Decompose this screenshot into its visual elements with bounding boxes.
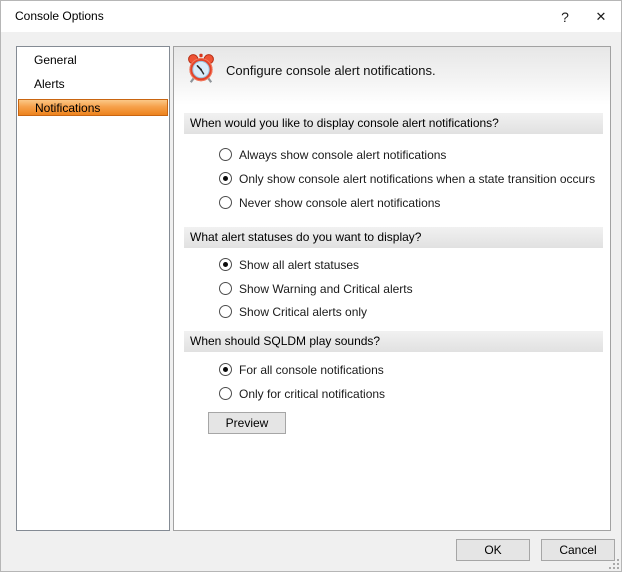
window-title: Console Options (15, 9, 104, 23)
sidebar-item-label: Notifications (35, 101, 100, 115)
radio-button[interactable] (219, 282, 232, 295)
help-icon: ? (561, 9, 569, 25)
sidebar-item-label: Alerts (34, 77, 65, 91)
radio-label[interactable]: Show all alert statuses (239, 258, 359, 272)
alarm-clock-icon (186, 53, 216, 84)
radio-option-sound-critical-only[interactable]: Only for critical notifications (219, 386, 385, 401)
radio-button[interactable] (219, 172, 232, 185)
help-button[interactable]: ? (545, 1, 585, 32)
preview-button[interactable]: Preview (208, 412, 286, 434)
panel-header-text: Configure console alert notifications. (226, 63, 436, 78)
sidebar-item-label: General (34, 53, 77, 67)
radio-label[interactable]: Only show console alert notifications wh… (239, 172, 595, 186)
sidebar-item-general[interactable]: General (18, 52, 168, 69)
sidebar-item-notifications[interactable]: Notifications (18, 99, 168, 116)
radio-label[interactable]: Never show console alert notifications (239, 196, 440, 210)
radio-button[interactable] (219, 305, 232, 318)
radio-option-show-all-statuses[interactable]: Show all alert statuses (219, 257, 359, 272)
title-bar: Console Options ? ✕ (1, 1, 621, 32)
radio-button[interactable] (219, 196, 232, 209)
radio-button[interactable] (219, 148, 232, 161)
radio-label[interactable]: Only for critical notifications (239, 387, 385, 401)
radio-option-always-show[interactable]: Always show console alert notifications (219, 147, 446, 162)
radio-option-sound-all-notifications[interactable]: For all console notifications (219, 362, 384, 377)
radio-option-only-state-transition[interactable]: Only show console alert notifications wh… (219, 171, 595, 186)
radio-button[interactable] (219, 387, 232, 400)
group-title-alert-statuses: What alert statuses do you want to displ… (184, 227, 603, 248)
radio-option-never-show[interactable]: Never show console alert notifications (219, 195, 440, 210)
notifications-panel: Configure console alert notifications. W… (173, 46, 611, 531)
category-list: General Alerts Notifications (16, 46, 170, 531)
ok-button[interactable]: OK (456, 539, 530, 561)
cancel-button[interactable]: Cancel (541, 539, 615, 561)
group-title-play-sounds: When should SQLDM play sounds? (184, 331, 603, 352)
radio-button[interactable] (219, 258, 232, 271)
panel-header: Configure console alert notifications. (174, 47, 610, 105)
radio-label[interactable]: Show Warning and Critical alerts (239, 282, 413, 296)
group-title-display-notifications: When would you like to display console a… (184, 113, 603, 134)
radio-label[interactable]: Show Critical alerts only (239, 305, 367, 319)
close-button[interactable]: ✕ (581, 1, 621, 32)
radio-button[interactable] (219, 363, 232, 376)
radio-option-warning-critical[interactable]: Show Warning and Critical alerts (219, 281, 413, 296)
radio-label[interactable]: Always show console alert notifications (239, 148, 446, 162)
resize-grip[interactable] (609, 559, 620, 570)
radio-option-critical-only[interactable]: Show Critical alerts only (219, 304, 367, 319)
sidebar-item-alerts[interactable]: Alerts (18, 76, 168, 93)
close-icon: ✕ (596, 9, 607, 25)
radio-label[interactable]: For all console notifications (239, 363, 384, 377)
console-options-dialog: Console Options ? ✕ General Alerts Notif… (0, 0, 622, 572)
